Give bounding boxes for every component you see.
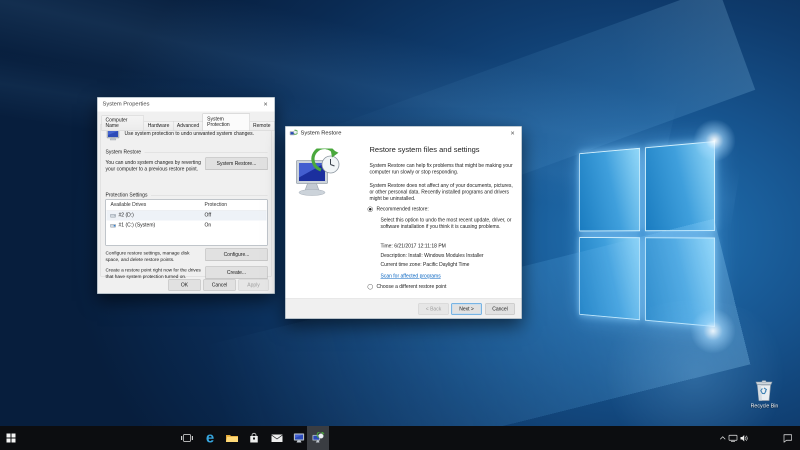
different-restore-point-radio[interactable] xyxy=(367,284,373,290)
edge-browser-button[interactable]: e xyxy=(199,426,221,450)
protection-intro-text: Use system protection to undo unwanted s… xyxy=(124,131,255,137)
tab-strip: Computer Name Hardware Advanced System P… xyxy=(101,113,275,131)
wizard-heading: Restore system files and settings xyxy=(369,145,480,155)
cancel-button[interactable]: Cancel xyxy=(203,279,236,291)
recycle-bin-label[interactable]: Recycle Bin xyxy=(744,403,785,409)
windows-logo-pane xyxy=(579,147,640,232)
protection-drives-list[interactable]: Available Drives Protection #2 (D:) Off … xyxy=(105,199,268,246)
tab-system-protection[interactable]: System Protection xyxy=(202,113,250,131)
wizard-cancel-button[interactable]: Cancel xyxy=(485,303,515,315)
column-protection[interactable]: Protection xyxy=(205,202,228,208)
wizard-paragraph-1: System Restore can help fix problems tha… xyxy=(369,163,513,175)
wizard-body: Restore system files and settings System… xyxy=(285,140,522,299)
action-center-button[interactable] xyxy=(779,426,796,450)
drive-row-d[interactable]: #2 (D:) Off xyxy=(106,210,267,221)
windows-logo xyxy=(579,141,715,327)
different-restore-point-label[interactable]: Choose a different restore point xyxy=(377,284,517,291)
tab-hardware[interactable]: Hardware xyxy=(144,121,174,131)
system-restore-window: System Restore ✕ Restore system files an… xyxy=(285,126,522,319)
system-restore-artwork xyxy=(295,145,343,202)
store-button[interactable] xyxy=(243,426,265,450)
recommended-restore-label[interactable]: Recommended restore: xyxy=(377,206,517,213)
system-restore-group-text: You can undo system changes by reverting… xyxy=(105,160,201,172)
tab-advanced[interactable]: Advanced xyxy=(173,121,204,131)
recycle-bin-icon[interactable] xyxy=(753,378,775,402)
drive-protection: Off xyxy=(204,212,212,219)
next-button[interactable]: Next > xyxy=(451,303,482,315)
system-restore-taskbar-icon xyxy=(312,432,325,443)
configure-text: Configure restore settings, manage disk … xyxy=(105,250,190,263)
recommended-restore-radio[interactable] xyxy=(367,206,373,212)
action-center-icon xyxy=(783,434,792,443)
drive-row-c[interactable]: #1 (C:) (System) On xyxy=(107,221,267,231)
recommended-restore-description: Select this option to undo the most rece… xyxy=(380,217,512,230)
restore-point-time: Time: 6/21/2017 12:11:18 PM xyxy=(380,243,446,250)
close-icon[interactable]: ✕ xyxy=(261,100,271,110)
speaker-icon xyxy=(740,434,748,442)
system-restore-taskbar-button[interactable] xyxy=(307,426,329,450)
file-explorer-icon xyxy=(226,435,238,442)
task-view-button[interactable] xyxy=(176,426,198,450)
configure-button[interactable]: Configure... xyxy=(205,248,268,261)
drive-name: #1 (C:) (System) xyxy=(118,222,156,229)
system-restore-group-label: System Restore xyxy=(105,149,268,155)
tab-remote[interactable]: Remote xyxy=(249,121,275,131)
chevron-up-icon xyxy=(719,436,726,440)
window-title: System Properties xyxy=(102,101,150,107)
close-icon[interactable]: ✕ xyxy=(508,129,518,139)
windows-logo-pane xyxy=(644,237,715,327)
file-explorer-button[interactable] xyxy=(221,426,243,450)
windows-logo-pane xyxy=(579,236,640,321)
system-properties-taskbar-icon xyxy=(293,433,305,443)
scan-affected-programs-link[interactable]: Scan for affected programs xyxy=(381,273,441,280)
create-button[interactable]: Create... xyxy=(205,266,268,279)
mail-icon xyxy=(271,434,283,442)
system-restore-window-icon xyxy=(289,129,298,141)
windows-start-icon xyxy=(6,433,16,443)
back-button[interactable]: < Back xyxy=(418,303,449,315)
start-button[interactable] xyxy=(0,426,22,450)
taskbar: Ask me anything e xyxy=(0,426,800,450)
system-properties-window: System Properties ✕ Computer Name Hardwa… xyxy=(97,97,275,294)
restore-point-timezone: Current time zone: Pacific Daylight Time xyxy=(380,262,470,268)
volume-tray-button[interactable] xyxy=(737,426,751,450)
protection-settings-group-label: Protection Settings xyxy=(105,192,268,198)
wizard-button-bar: < Back Next > Cancel xyxy=(285,298,522,319)
apply-button[interactable]: Apply xyxy=(238,279,269,291)
drive-protection: On xyxy=(204,222,212,229)
system-restore-button[interactable]: System Restore... xyxy=(205,157,268,170)
restore-point-description: Description: Install: Windows Modules In… xyxy=(380,253,484,259)
system-restore-titlebar[interactable]: System Restore ✕ xyxy=(285,126,522,141)
create-text: Create a restore point right now for the… xyxy=(105,267,201,280)
system-protection-icon xyxy=(106,129,120,145)
drive-name: #2 (D:) xyxy=(118,212,134,219)
mail-button[interactable] xyxy=(266,426,288,450)
list-header[interactable]: Available Drives Protection xyxy=(106,200,267,211)
store-icon xyxy=(250,432,258,443)
task-view-icon xyxy=(181,434,193,442)
desktop: Recycle Bin System Properties ✕ Computer… xyxy=(0,0,800,450)
ok-button[interactable]: OK xyxy=(168,279,201,291)
edge-icon: e xyxy=(205,429,215,446)
wizard-paragraph-2: System Restore does not affect any of yo… xyxy=(369,183,513,202)
window-title: System Restore xyxy=(300,130,342,136)
column-available-drives[interactable]: Available Drives xyxy=(111,202,147,208)
windows-logo-pane xyxy=(644,141,715,231)
tab-computer-name[interactable]: Computer Name xyxy=(101,115,145,131)
system-properties-titlebar[interactable]: System Properties ✕ xyxy=(97,97,275,112)
